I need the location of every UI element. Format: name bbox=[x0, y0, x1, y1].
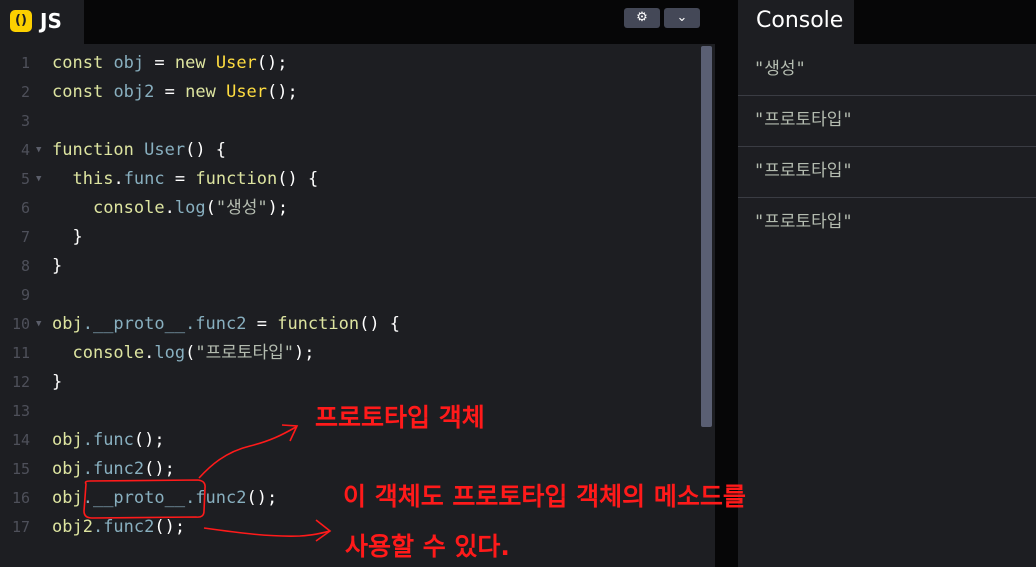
highlight-box bbox=[83, 479, 206, 519]
annotation-line-1: 이 객체도 프로토타입 객체의 메소드를 bbox=[343, 482, 746, 511]
arrow-to-note3 bbox=[203, 527, 331, 537]
annotation-prototype-object: 프로토타입 객체 bbox=[315, 403, 485, 432]
annotation-line-2: 사용할 수 있다. bbox=[345, 532, 510, 561]
arrow-to-note1 bbox=[198, 426, 297, 479]
arrowhead-icon bbox=[315, 519, 332, 542]
